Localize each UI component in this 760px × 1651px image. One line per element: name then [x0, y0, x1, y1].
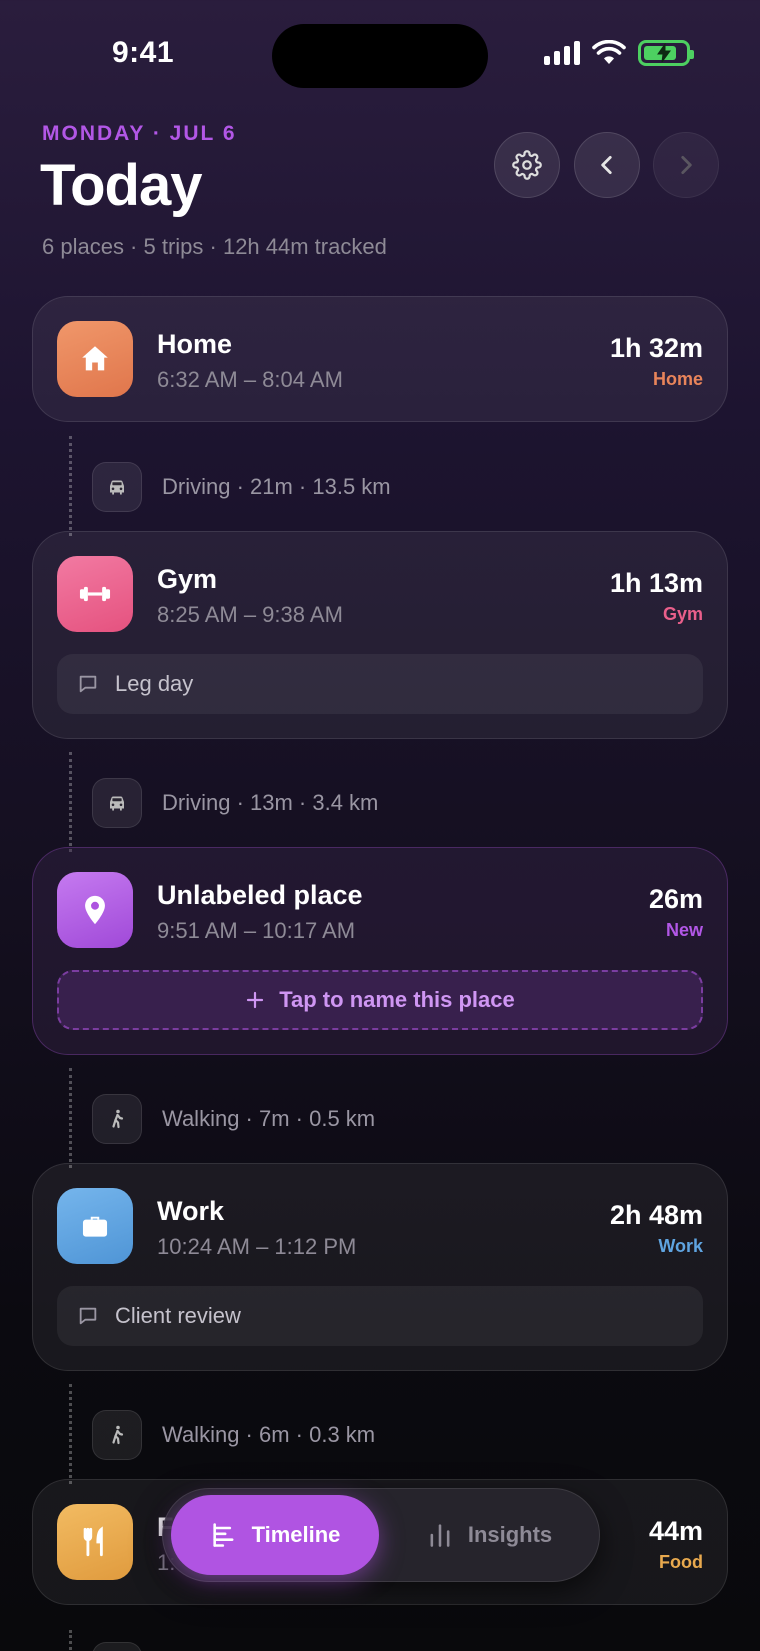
note-text: Leg day: [115, 671, 194, 696]
place-category-tag: Work: [658, 1236, 703, 1256]
trip-row[interactable]: Walking · 7m · 0.5 km: [32, 1066, 728, 1170]
car-icon: [92, 778, 142, 828]
status-icons: [544, 40, 694, 66]
walking-icon: [92, 1094, 142, 1144]
tab-insights[interactable]: Insights: [389, 1495, 589, 1575]
gear-icon: [512, 150, 542, 180]
trip-summary: Driving · 21m · 13.5 km: [162, 474, 391, 499]
comment-icon: [79, 1307, 97, 1325]
place-duration: 44m: [648, 1516, 703, 1546]
trip-row[interactable]: [32, 1616, 728, 1651]
walking-icon: [92, 1642, 142, 1651]
previous-day-button[interactable]: [574, 132, 640, 198]
place-duration: 2h 48m: [609, 1200, 703, 1230]
place-category-tag: New: [665, 920, 703, 940]
place-duration: 1h 32m: [609, 333, 703, 363]
trip-summary: Walking · 6m · 0.3 km: [162, 1422, 376, 1447]
trip-row[interactable]: Driving · 21m · 13.5 km: [32, 434, 728, 538]
status-time: 9:41: [112, 36, 175, 69]
tab-timeline[interactable]: Timeline: [171, 1495, 379, 1575]
place-time-range: 6:32 AM – 8:04 AM: [157, 367, 343, 392]
cellular-signal-icon: [544, 41, 580, 65]
place-card-unlabeled[interactable]: Unlabeled place 9:51 AM – 10:17 AM 26m N…: [32, 847, 728, 1055]
page-title: Today: [40, 153, 202, 218]
bar-chart-icon: [430, 1524, 450, 1547]
briefcase-icon: [57, 1188, 133, 1264]
trip-summary: Driving · 13m · 3.4 km: [162, 790, 379, 815]
status-bar: 9:41: [0, 0, 760, 110]
place-time-range: 10:24 AM – 1:12 PM: [157, 1234, 357, 1259]
note-text: Client review: [115, 1303, 241, 1328]
settings-button[interactable]: [494, 132, 560, 198]
place-category-tag: Gym: [662, 604, 703, 624]
tab-label: Insights: [467, 1522, 553, 1547]
place-name: Gym: [157, 564, 218, 594]
wifi-icon: [592, 40, 626, 64]
chevron-left-icon: [601, 156, 612, 174]
place-time-range: 8:25 AM – 9:38 AM: [157, 602, 343, 627]
place-duration: 26m: [648, 884, 703, 914]
name-place-label: Tap to name this place: [279, 987, 515, 1012]
place-note[interactable]: Leg day: [57, 654, 703, 714]
day-summary: 6 places · 5 trips · 12h 44m tracked: [42, 234, 387, 259]
battery-charging-icon: [638, 40, 694, 66]
place-category-tag: Food: [659, 1552, 703, 1572]
place-duration: 1h 13m: [609, 568, 703, 598]
home-icon: [57, 321, 133, 397]
comment-icon: [79, 675, 97, 693]
place-card-home[interactable]: Home 6:32 AM – 8:04 AM 1h 32m Home: [32, 296, 728, 422]
place-card-gym[interactable]: Gym 8:25 AM – 9:38 AM 1h 13m Gym Leg day: [32, 531, 728, 739]
place-name: Home: [157, 329, 233, 359]
place-name: Unlabeled place: [157, 880, 363, 910]
place-category-tag: Home: [652, 369, 703, 389]
place-name: Work: [157, 1196, 225, 1226]
place-note[interactable]: Client review: [57, 1286, 703, 1346]
date-label: MONDAY · JUL 6: [42, 122, 237, 145]
dynamic-island: [272, 24, 488, 88]
bottom-tab-bar: Timeline Insights: [162, 1488, 600, 1582]
fork-knife-icon: [57, 1504, 133, 1580]
next-day-button[interactable]: [653, 132, 719, 198]
trip-summary: Walking · 7m · 0.5 km: [162, 1106, 376, 1131]
dumbbell-icon: [57, 556, 133, 632]
chevron-right-icon: [681, 156, 692, 174]
tab-label: Timeline: [251, 1522, 341, 1547]
walking-icon: [92, 1410, 142, 1460]
name-place-button[interactable]: Tap to name this place: [57, 970, 703, 1030]
location-pin-icon: [57, 872, 133, 948]
car-icon: [92, 462, 142, 512]
timeline-icon: [212, 1523, 234, 1547]
plus-icon: [247, 991, 264, 1009]
place-card-work[interactable]: Work 10:24 AM – 1:12 PM 2h 48m Work Clie…: [32, 1163, 728, 1371]
trip-row[interactable]: Driving · 13m · 3.4 km: [32, 750, 728, 854]
trip-row[interactable]: Walking · 6m · 0.3 km: [32, 1382, 728, 1486]
place-time-range: 9:51 AM – 10:17 AM: [157, 918, 356, 943]
